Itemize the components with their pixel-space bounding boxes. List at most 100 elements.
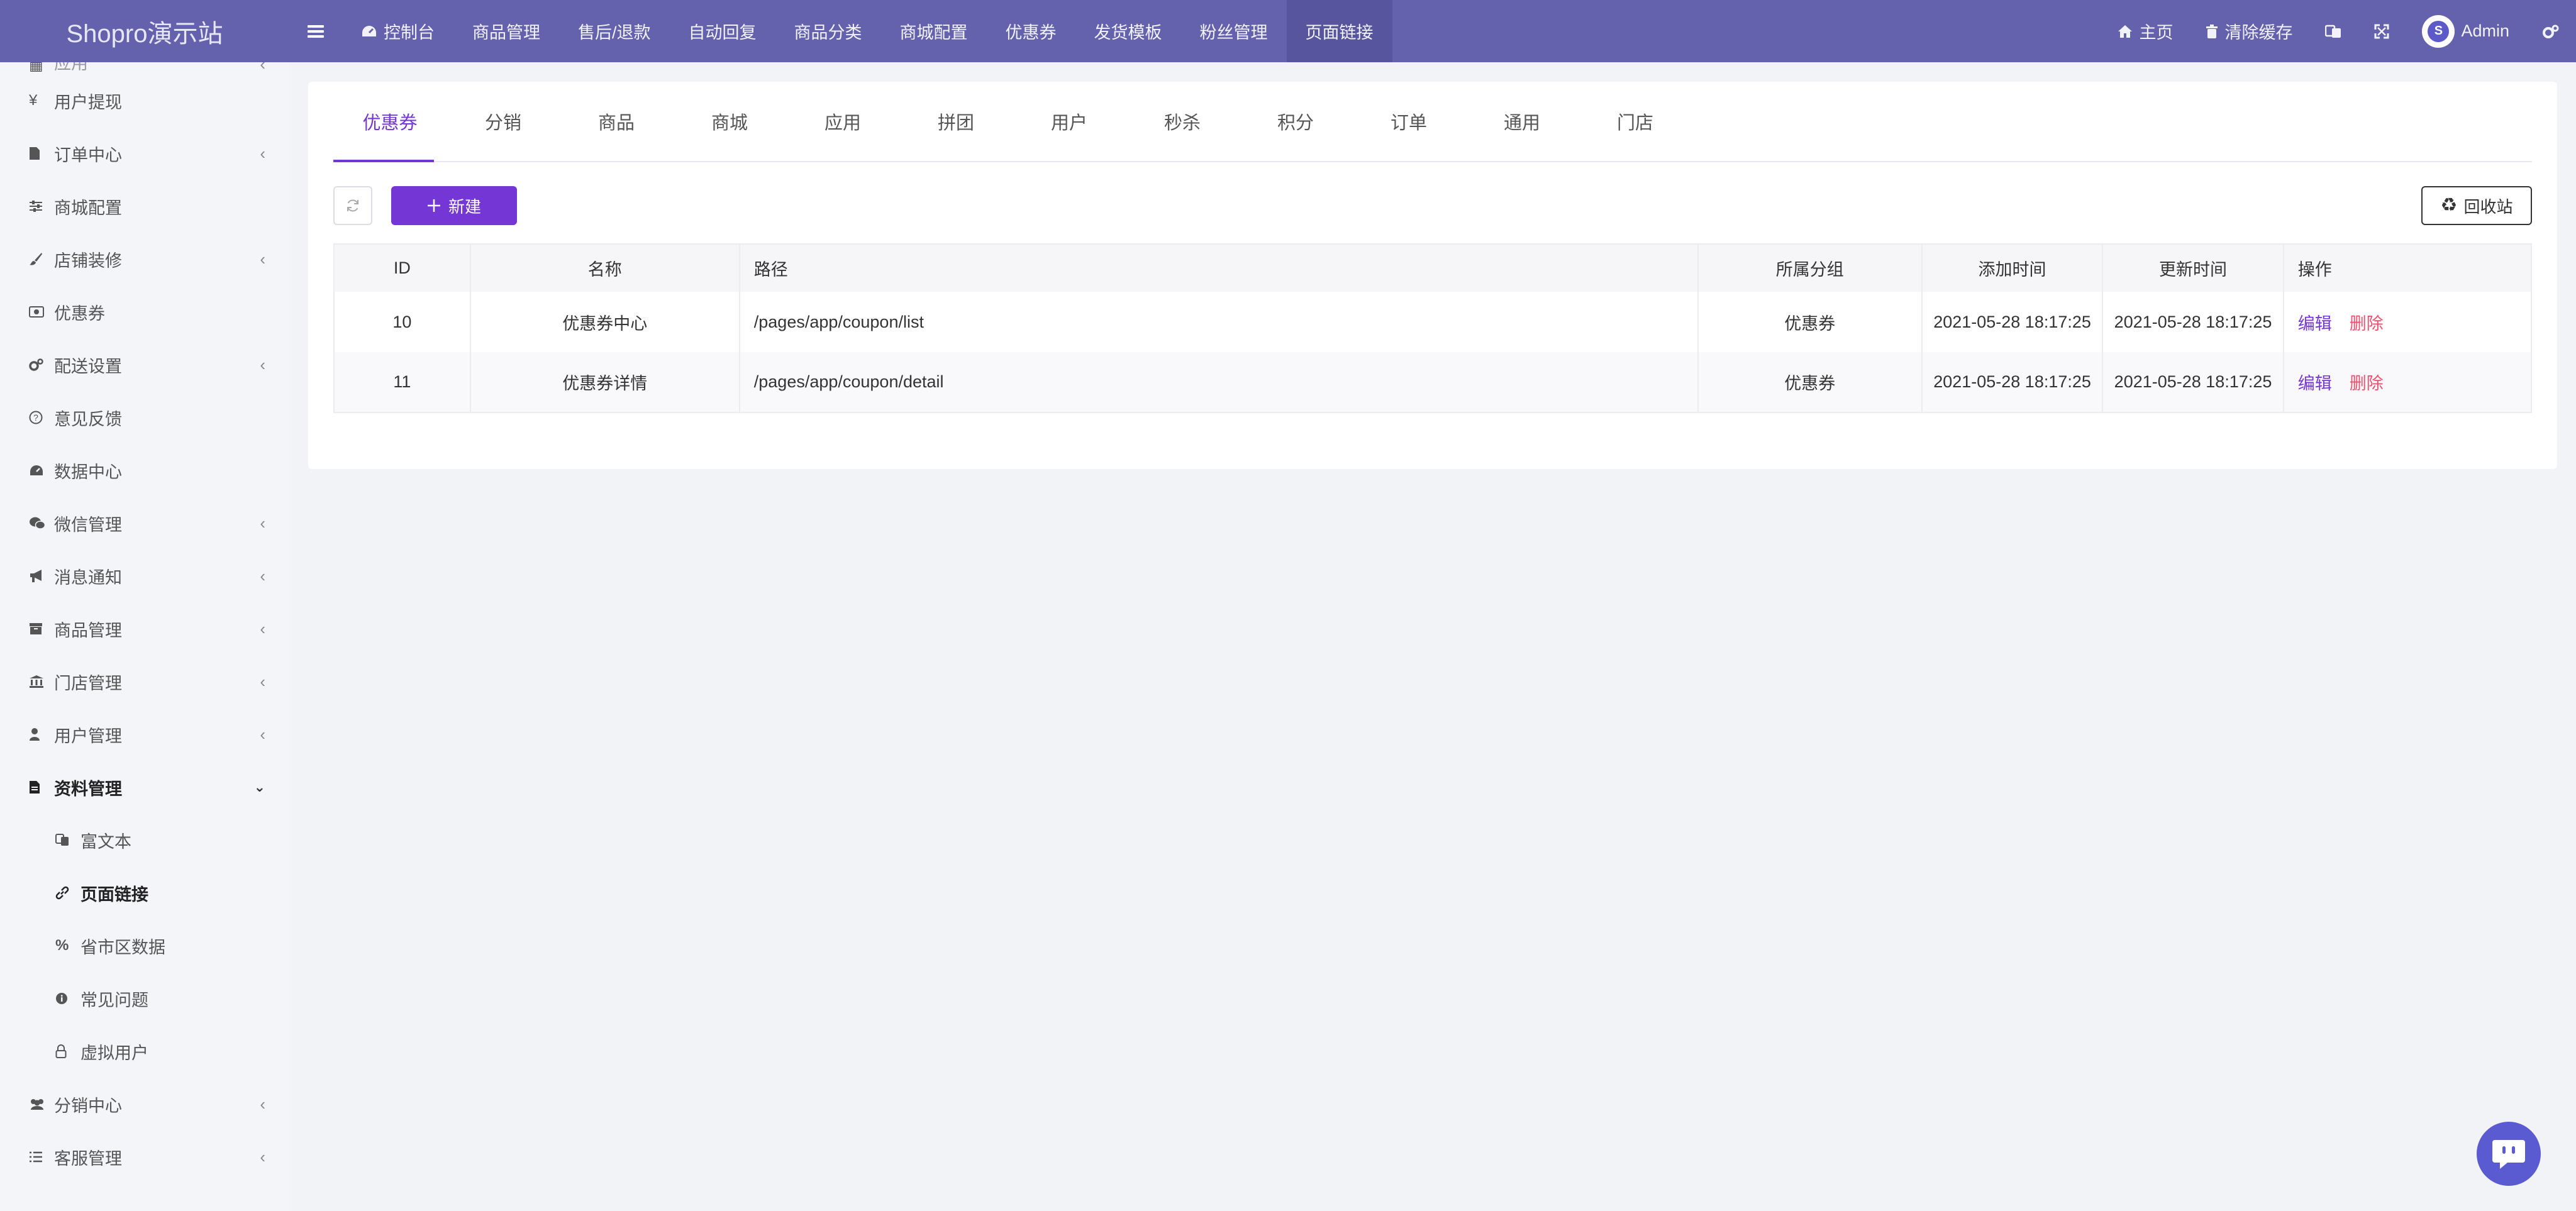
plus-icon bbox=[427, 199, 440, 212]
sidebar-item-users[interactable]: 用户管理 ‹ bbox=[0, 708, 289, 761]
refresh-button[interactable] bbox=[333, 186, 372, 225]
top-menu-autoreply[interactable]: 自动回复 bbox=[670, 0, 775, 62]
sidebar: ▦ 应用 ‹ ¥ 用户提现 订单中心 ‹ 商城配置 店铺装修 ‹ 优惠券 配送设置 … bbox=[0, 62, 289, 1211]
user-menu[interactable]: S Admin bbox=[2406, 0, 2526, 62]
sidebar-item-label: 数据中心 bbox=[54, 462, 122, 482]
chevron-left-icon: ‹ bbox=[260, 566, 265, 585]
link-icon bbox=[55, 886, 80, 900]
chevron-left-icon: ‹ bbox=[260, 672, 265, 691]
top-menu-label: 页面链接 bbox=[1305, 23, 1374, 42]
sidebar-item-withdraw[interactable]: ¥ 用户提现 bbox=[0, 74, 289, 127]
home-link[interactable]: 主页 bbox=[2101, 0, 2189, 62]
tab-user[interactable]: 用户 bbox=[1013, 82, 1126, 161]
sidebar-item-mall-config[interactable]: 商城配置 bbox=[0, 180, 289, 233]
sidebar-subitem-richtext[interactable]: 富文本 bbox=[0, 814, 289, 866]
top-menu-category[interactable]: 商品分类 bbox=[775, 0, 881, 62]
cell-created: 2021-05-28 18:17:25 bbox=[1921, 352, 2104, 412]
top-menu-dashboard[interactable]: 控制台 bbox=[342, 0, 453, 62]
chat-bot-icon bbox=[2492, 1140, 2525, 1169]
sidebar-item-wechat[interactable]: 微信管理 ‹ bbox=[0, 497, 289, 550]
tab-common[interactable]: 通用 bbox=[1465, 82, 1579, 161]
chevron-left-icon: ‹ bbox=[260, 249, 265, 268]
sidebar-item-delivery[interactable]: 配送设置 ‹ bbox=[0, 338, 289, 391]
tab-store[interactable]: 门店 bbox=[1579, 82, 1692, 161]
sidebar-item-data-center[interactable]: 数据中心 bbox=[0, 444, 289, 497]
top-menu-mall-config[interactable]: 商城配置 bbox=[881, 0, 987, 62]
tab-order[interactable]: 订单 bbox=[1352, 82, 1465, 161]
top-menu-aftersale[interactable]: 售后/退款 bbox=[559, 0, 670, 62]
column-header-id[interactable]: ID bbox=[334, 244, 471, 292]
column-header-path[interactable]: 路径 bbox=[739, 244, 1699, 292]
page-links-table: ID 名称 路径 所属分组 添加时间 更新时间 操作 10 优惠券中心 /pag… bbox=[333, 243, 2532, 413]
top-menu-label: 发货模板 bbox=[1094, 23, 1162, 42]
sidebar-item-decoration[interactable]: 店铺装修 ‹ bbox=[0, 233, 289, 285]
new-button-label: 新建 bbox=[448, 197, 481, 216]
sidebar-subitem-regions[interactable]: % 省市区数据 bbox=[0, 919, 289, 972]
new-button[interactable]: 新建 bbox=[391, 186, 517, 225]
sidebar-item-notifications[interactable]: 消息通知 ‹ bbox=[0, 550, 289, 602]
brand-logo[interactable]: Shopro演示站 bbox=[0, 0, 289, 62]
cell-updated: 2021-05-28 18:17:25 bbox=[2102, 352, 2284, 412]
sidebar-item-materials[interactable]: 资料管理 ⌄ bbox=[0, 761, 289, 814]
sidebar-item-label: 优惠券 bbox=[54, 304, 105, 323]
tab-mall[interactable]: 商城 bbox=[673, 82, 786, 161]
content-panel: 优惠券 分销 商品 商城 应用 拼团 用户 秒杀 积分 订单 通用 门店 新建 … bbox=[308, 82, 2557, 469]
sidebar-item-distribution[interactable]: 分销中心 ‹ bbox=[0, 1078, 289, 1131]
chevron-down-icon: ⌄ bbox=[253, 779, 265, 795]
tab-app[interactable]: 应用 bbox=[786, 82, 899, 161]
table-row[interactable]: 10 优惠券中心 /pages/app/coupon/list 优惠券 2021… bbox=[334, 292, 2531, 352]
column-header-name[interactable]: 名称 bbox=[470, 244, 740, 292]
top-menu-products[interactable]: 商品管理 bbox=[453, 0, 559, 62]
sidebar-item-feedback[interactable]: ? 意见反馈 bbox=[0, 391, 289, 444]
sidebar-item-label: 页面链接 bbox=[80, 885, 148, 904]
settings-button[interactable] bbox=[2526, 0, 2576, 62]
translate-icon bbox=[2325, 25, 2341, 38]
sidebar-item-apps[interactable]: ▦ 应用 ‹ bbox=[0, 62, 289, 74]
tab-seckill[interactable]: 秒杀 bbox=[1126, 82, 1239, 161]
sidebar-item-customer-service[interactable]: 客服管理 ‹ bbox=[0, 1131, 289, 1183]
bullhorn-icon bbox=[29, 569, 54, 583]
sidebar-item-stores[interactable]: 门店管理 ‹ bbox=[0, 655, 289, 708]
top-menu-page-links[interactable]: 页面链接 bbox=[1286, 0, 1392, 62]
clear-cache-button[interactable]: 清除缓存 bbox=[2189, 0, 2309, 62]
tab-distribution[interactable]: 分销 bbox=[447, 82, 560, 161]
column-header-group[interactable]: 所属分组 bbox=[1697, 244, 1923, 292]
top-menu-fans[interactable]: 粉丝管理 bbox=[1181, 0, 1287, 62]
chevron-left-icon: ‹ bbox=[260, 355, 265, 374]
sidebar-item-coupon[interactable]: 优惠券 bbox=[0, 285, 289, 338]
edit-link[interactable]: 编辑 bbox=[2298, 374, 2332, 393]
top-menu-shipping-template[interactable]: 发货模板 bbox=[1075, 0, 1181, 62]
delete-link[interactable]: 删除 bbox=[2350, 374, 2384, 393]
fullscreen-button[interactable] bbox=[2358, 0, 2406, 62]
chevron-left-icon: ‹ bbox=[260, 143, 265, 163]
sidebar-subitem-faq[interactable]: 常见问题 bbox=[0, 972, 289, 1025]
gears-icon bbox=[29, 358, 54, 372]
top-menu: 控制台 商品管理 售后/退款 自动回复 商品分类 商城配置 优惠券 发货模板 粉… bbox=[342, 0, 1392, 62]
sidebar-item-label: 商城配置 bbox=[54, 198, 122, 218]
sidebar-subitem-page-links[interactable]: 页面链接 bbox=[0, 866, 289, 919]
top-menu-coupon[interactable]: 优惠券 bbox=[987, 0, 1075, 62]
sidebar-item-label: 商品管理 bbox=[54, 621, 122, 640]
sidebar-item-products[interactable]: 商品管理 ‹ bbox=[0, 602, 289, 655]
language-button[interactable] bbox=[2309, 0, 2358, 62]
delete-link[interactable]: 删除 bbox=[2350, 314, 2384, 333]
svg-text:?: ? bbox=[33, 412, 38, 423]
edit-link[interactable]: 编辑 bbox=[2298, 314, 2332, 333]
tab-coupon[interactable]: 优惠券 bbox=[333, 82, 447, 162]
sidebar-item-label: 资料管理 bbox=[54, 779, 122, 799]
tab-goods[interactable]: 商品 bbox=[560, 82, 673, 161]
sidebar-subitem-virtual-users[interactable]: 虚拟用户 bbox=[0, 1025, 289, 1078]
recycle-bin-button[interactable]: ♻ 回收站 bbox=[2421, 186, 2532, 225]
column-header-created[interactable]: 添加时间 bbox=[1921, 244, 2104, 292]
brush-icon bbox=[29, 252, 54, 266]
language-icon bbox=[55, 834, 80, 846]
tab-groupon[interactable]: 拼团 bbox=[899, 82, 1013, 161]
column-header-updated[interactable]: 更新时间 bbox=[2102, 244, 2284, 292]
chevron-left-icon: ‹ bbox=[260, 619, 265, 638]
sidebar-toggle-button[interactable] bbox=[289, 0, 342, 62]
column-header-actions: 操作 bbox=[2283, 244, 2531, 292]
table-row[interactable]: 11 优惠券详情 /pages/app/coupon/detail 优惠券 20… bbox=[334, 352, 2531, 412]
chat-support-button[interactable] bbox=[2477, 1122, 2541, 1186]
tab-points[interactable]: 积分 bbox=[1239, 82, 1352, 161]
sidebar-item-orders[interactable]: 订单中心 ‹ bbox=[0, 127, 289, 180]
